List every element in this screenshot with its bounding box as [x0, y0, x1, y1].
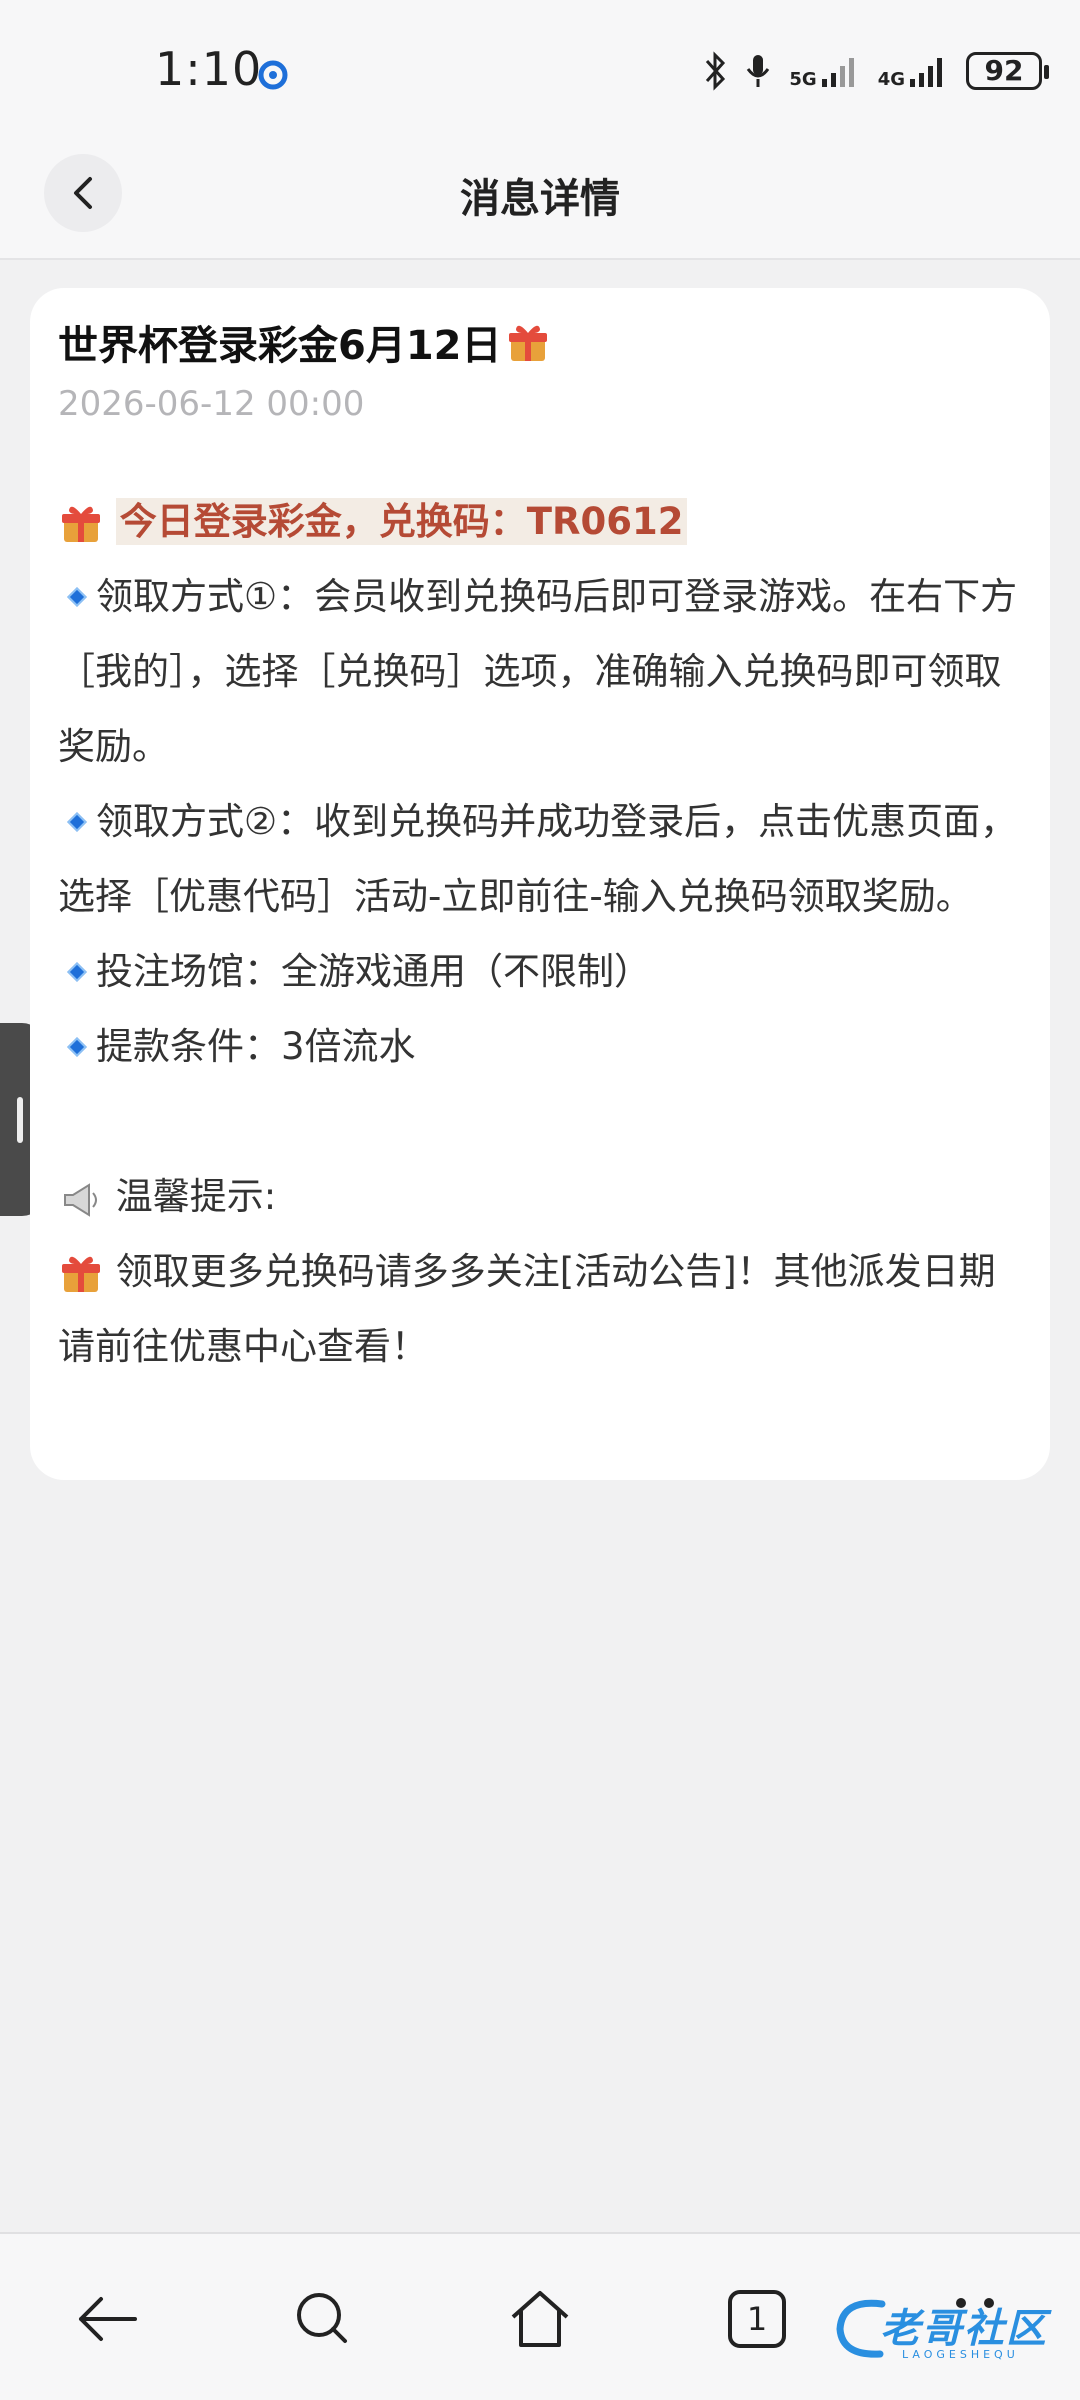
highlight-line: 今日登录彩金，兑换码：TR0612	[58, 484, 1022, 559]
arrow-left-icon	[79, 2297, 137, 2341]
gift-icon	[508, 325, 547, 361]
megaphone-icon	[64, 1182, 97, 1217]
method-1: 领取方式①：会员收到兑换码后即可登录游戏。在右下方［我的］，选择［兑换码］选项，…	[58, 575, 1018, 768]
message-date: 2026-06-12 00:00	[58, 384, 365, 424]
nav-tabs-button[interactable]: 1	[722, 2284, 792, 2354]
signal-bars-icon	[821, 58, 854, 87]
message-title: 世界杯登录彩金6月12日	[58, 318, 1022, 374]
tabs-count: 1	[728, 2290, 786, 2348]
microphone-icon	[747, 55, 770, 87]
withdraw-line: 提款条件：3倍流水	[58, 1009, 1022, 1084]
gift-icon	[62, 506, 100, 542]
signal-bars-icon	[910, 58, 942, 87]
redeem-code-highlight: 今日登录彩金，兑换码：TR0612	[115, 498, 688, 545]
status-bar: 1:10 5G 4G 92	[0, 0, 1080, 150]
home-icon	[511, 2291, 569, 2347]
nav-back-button[interactable]	[72, 2284, 142, 2354]
signal-5g: 5G	[789, 53, 859, 89]
diamond-bullet-icon	[67, 586, 87, 607]
diamond-bullet-icon	[67, 961, 87, 982]
status-icons: 5G 4G 92	[703, 46, 1049, 96]
signal-4g: 4G	[878, 53, 948, 89]
nav-home-button[interactable]	[505, 2284, 575, 2354]
diamond-bullet-icon	[67, 811, 87, 832]
message-content: 今日登录彩金，兑换码：TR0612 领取方式①：会员收到兑换码后即可登录游戏。在…	[58, 484, 1022, 1384]
diamond-bullet-icon	[67, 1036, 87, 1057]
method-2: 领取方式②：收到兑换码并成功登录后，点击优惠页面，选择［优惠代码］活动-立即前往…	[58, 800, 1018, 918]
message-card: 世界杯登录彩金6月12日 2026-06-12 00:00 今日登录彩金，兑换码…	[30, 288, 1050, 1480]
tip-title: 温馨提示:	[58, 1159, 1022, 1234]
tip-text: 领取更多兑换码请多多关注[活动公告]！其他派发日期请前往优惠中心查看！	[58, 1250, 996, 1368]
gift-icon	[62, 1256, 100, 1292]
watermark-logo: 老哥社区 LAOGESHEQU	[832, 2290, 1068, 2370]
status-time: 1:10	[155, 42, 263, 96]
bluetooth-icon	[706, 51, 726, 91]
venue-line: 投注场馆：全游戏通用（不限制）	[58, 934, 1022, 1009]
nav-search-button[interactable]	[288, 2284, 358, 2354]
page-header: 消息详情	[0, 150, 1080, 260]
header-divider	[0, 258, 1080, 260]
battery-indicator: 92	[966, 52, 1049, 90]
page-title: 消息详情	[460, 176, 620, 222]
app-notification-icon	[258, 60, 288, 90]
search-icon	[297, 2293, 347, 2343]
